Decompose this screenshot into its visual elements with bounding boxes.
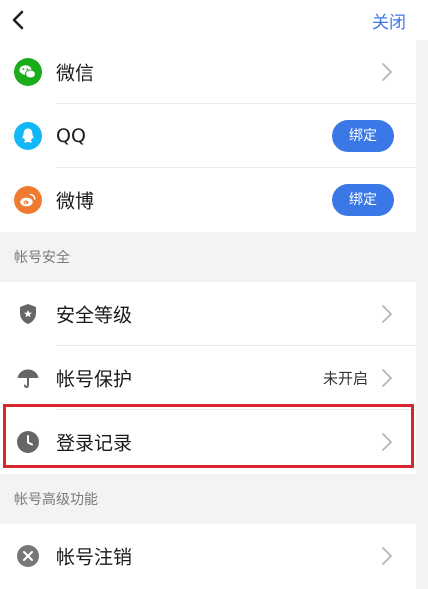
section-header-advanced-features: 帐号高级功能 — [0, 474, 416, 524]
login-history-label: 登录记录 — [56, 432, 133, 455]
security-level-label: 安全等级 — [56, 304, 133, 327]
top-bar: 关闭 — [0, 0, 428, 40]
weibo-icon — [14, 186, 42, 214]
clock-icon — [17, 431, 39, 453]
security-level-row[interactable]: 安全等级 — [0, 282, 416, 346]
cancel-account-row[interactable]: 帐号注销 — [0, 524, 416, 588]
section-header-account-security: 帐号安全 — [0, 232, 416, 282]
close-button[interactable]: 关闭 — [372, 8, 406, 33]
chevron-right-icon — [382, 433, 392, 451]
umbrella-icon — [17, 369, 39, 388]
wechat-row[interactable]: 微信 — [0, 40, 416, 104]
chevron-right-icon — [382, 547, 392, 565]
shield-icon — [20, 304, 36, 324]
qq-bind-button[interactable]: 绑定 — [332, 120, 394, 152]
wechat-icon — [14, 58, 42, 86]
cancel-account-icon — [17, 545, 39, 567]
advanced-features-panel: 帐号注销 — [0, 524, 416, 589]
section-title: 帐号高级功能 — [14, 492, 98, 508]
chevron-right-icon — [382, 305, 392, 323]
account-protection-row[interactable]: 帐号保护 未开启 — [0, 346, 416, 410]
back-arrow-icon[interactable] — [6, 6, 34, 34]
third-party-accounts-panel: 微信 QQ 绑定 微博 绑定 — [0, 40, 416, 232]
cancel-account-label: 帐号注销 — [56, 546, 133, 569]
chevron-right-icon — [382, 63, 392, 81]
account-security-panel: 安全等级 帐号保护 未开启 登录记录 — [0, 282, 416, 474]
wechat-label: 微信 — [56, 62, 95, 85]
weibo-row: 微博 绑定 — [0, 168, 416, 232]
account-protection-label: 帐号保护 — [56, 368, 133, 391]
chevron-right-icon — [382, 369, 392, 387]
qq-row: QQ 绑定 — [0, 104, 416, 168]
qq-label: QQ — [56, 125, 86, 147]
protection-status: 未开启 — [322, 369, 368, 388]
login-history-row[interactable]: 登录记录 — [0, 410, 416, 474]
qq-icon — [14, 122, 42, 150]
weibo-label: 微博 — [56, 190, 95, 213]
section-title: 帐号安全 — [14, 250, 70, 266]
weibo-bind-button[interactable]: 绑定 — [332, 184, 394, 216]
